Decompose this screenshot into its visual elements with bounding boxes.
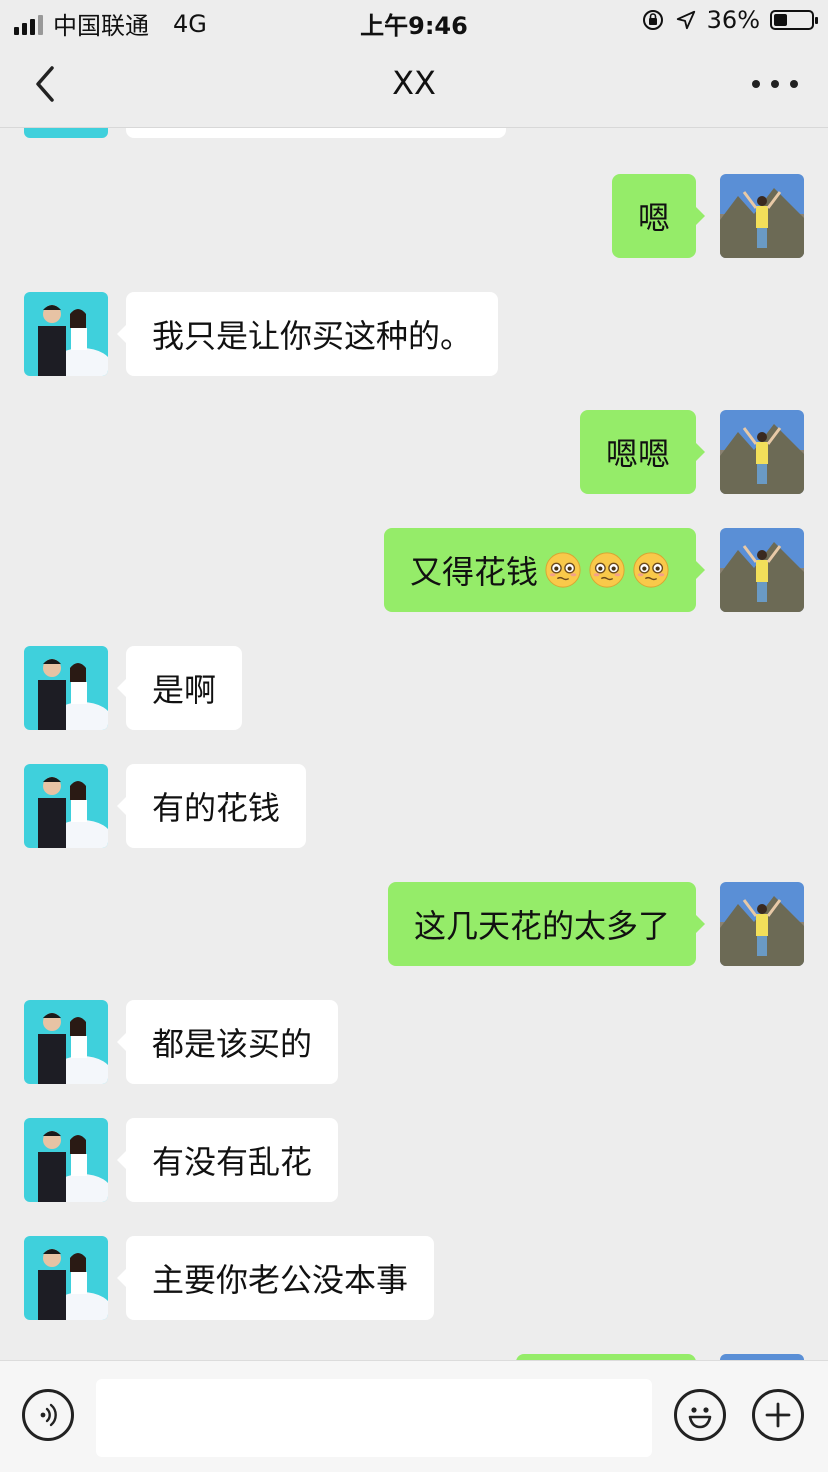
incoming-message[interactable]: 主要你老公没本事 xyxy=(116,1236,435,1320)
location-arrow-icon xyxy=(676,10,695,30)
incoming-message[interactable]: 我只是让你买这种的。 xyxy=(116,292,499,376)
contact-avatar[interactable] xyxy=(24,1236,108,1320)
my-avatar[interactable] xyxy=(720,174,804,258)
contact-avatar[interactable] xyxy=(24,646,108,730)
my-avatar[interactable] xyxy=(720,410,804,494)
outgoing-message[interactable]: 嗯 xyxy=(611,174,706,258)
incoming-message[interactable]: 都是该买的 xyxy=(116,1000,339,1084)
contact-avatar[interactable] xyxy=(24,292,108,376)
outgoing-message[interactable]: 又得花钱 xyxy=(383,528,706,612)
my-avatar[interactable] xyxy=(720,882,804,966)
incoming-message[interactable]: 有的花钱 xyxy=(116,764,307,848)
contact-avatar[interactable] xyxy=(24,1118,108,1202)
emoji-button[interactable] xyxy=(674,1389,726,1441)
contact-avatar[interactable] xyxy=(24,128,108,138)
more-button[interactable] xyxy=(752,64,798,104)
message-input[interactable] xyxy=(96,1379,652,1457)
voice-icon xyxy=(40,1403,57,1427)
voice-button[interactable] xyxy=(22,1389,74,1441)
pleading-face-icon xyxy=(589,552,625,588)
outgoing-message[interactable]: 嗯嗯 xyxy=(579,410,706,494)
plus-icon xyxy=(765,1402,791,1428)
orientation-lock-icon xyxy=(642,10,663,30)
my-avatar[interactable] xyxy=(720,528,804,612)
contact-avatar[interactable] xyxy=(24,1000,108,1084)
contact-avatar[interactable] xyxy=(24,764,108,848)
chat-title: XX xyxy=(392,64,436,102)
message-bubble-partial[interactable] xyxy=(126,128,506,138)
more-dots-icon xyxy=(752,80,760,88)
message-list[interactable]: 嗯 我只是让你买这种的。 嗯嗯 又得花钱 是啊 有的花钱 这几天花的太多了 都是… xyxy=(0,128,828,1360)
battery-percent: 36% xyxy=(706,6,760,34)
incoming-message[interactable]: 是啊 xyxy=(116,646,243,730)
outgoing-message[interactable]: 这几天花的太多了 xyxy=(387,882,706,966)
pleading-face-icon xyxy=(633,552,669,588)
pleading-face-icon xyxy=(545,552,581,588)
more-functions-button[interactable] xyxy=(752,1389,804,1441)
status-bar: 中国联通 4G 上午9:46 36% xyxy=(0,0,828,42)
incoming-message[interactable]: 有没有乱花 xyxy=(116,1118,339,1202)
emoji-icon xyxy=(688,1407,712,1429)
battery-icon xyxy=(770,10,818,30)
chat-header: XX xyxy=(0,42,828,128)
input-bar xyxy=(0,1360,828,1472)
